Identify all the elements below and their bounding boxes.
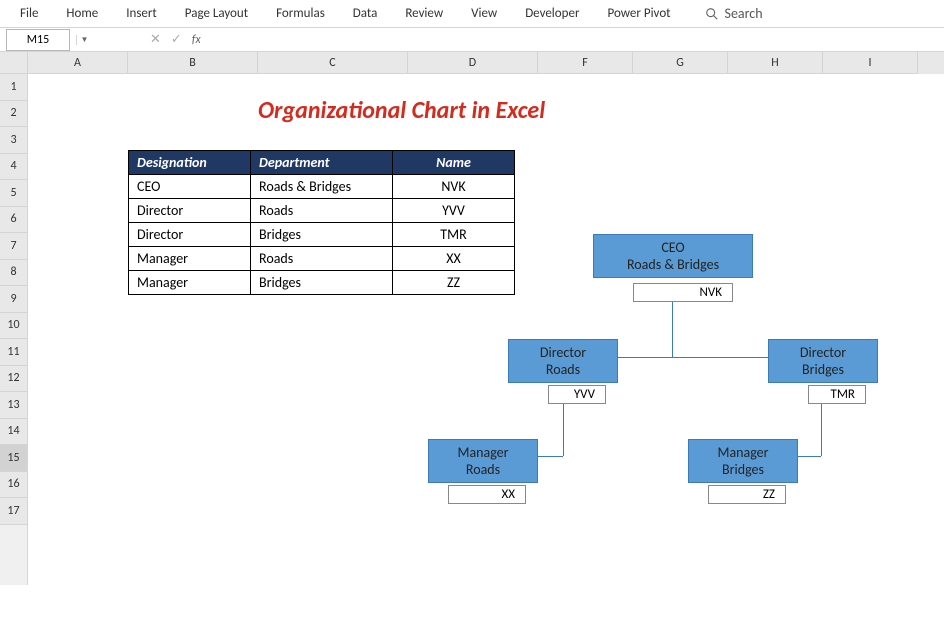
connector-line (672, 302, 673, 357)
row-header-10[interactable]: 10 (0, 313, 27, 340)
name-box-dropdown-icon[interactable]: ▼ (76, 35, 92, 45)
cell-designation[interactable]: CEO (129, 175, 251, 199)
row-header-6[interactable]: 6 (0, 207, 27, 234)
cell-department[interactable]: Bridges (251, 223, 393, 247)
node-title: Director (519, 344, 607, 361)
cell-name[interactable]: NVK (393, 175, 515, 199)
node-dept: Roads (439, 461, 527, 478)
row-header-5[interactable]: 5 (0, 180, 27, 207)
row-header-14[interactable]: 14 (0, 419, 27, 446)
tab-review[interactable]: Review (391, 2, 457, 25)
row-header-16[interactable]: 16 (0, 472, 27, 499)
spreadsheet-grid: 1 2 3 4 5 6 7 8 9 10 11 12 13 14 15 16 1… (0, 52, 944, 585)
search-label: Search (725, 5, 763, 22)
node-title: CEO (604, 239, 742, 256)
org-name-director-bridges[interactable]: TMR (808, 385, 866, 404)
node-dept: Bridges (699, 461, 787, 478)
col-header-d[interactable]: D (408, 52, 538, 74)
page-title: Organizational Chart in Excel (258, 96, 545, 125)
cell-designation[interactable]: Manager (129, 247, 251, 271)
tab-formulas[interactable]: Formulas (262, 2, 339, 25)
table-row[interactable]: CEO Roads & Bridges NVK (129, 175, 515, 199)
search-box[interactable]: Search (705, 5, 763, 22)
row-header-9[interactable]: 9 (0, 286, 27, 313)
cell-designation[interactable]: Director (129, 223, 251, 247)
sheet-area[interactable]: A B C D F G H I Organizational Chart in … (28, 52, 944, 585)
row-header-12[interactable]: 12 (0, 366, 27, 393)
cell-department[interactable]: Roads & Bridges (251, 175, 393, 199)
tab-file[interactable]: File (6, 2, 52, 25)
table-row[interactable]: Director Roads YVV (129, 199, 515, 223)
row-header-15[interactable]: 15 (0, 445, 27, 472)
cell-designation[interactable]: Director (129, 199, 251, 223)
table-header-row: Designation Department Name (129, 151, 515, 175)
org-name-manager-bridges[interactable]: ZZ (708, 485, 786, 504)
table-row[interactable]: Director Bridges TMR (129, 223, 515, 247)
col-header-c[interactable]: C (258, 52, 408, 74)
org-name-director-roads[interactable]: YVV (548, 385, 606, 404)
tab-power-pivot[interactable]: Power Pivot (593, 2, 684, 25)
node-dept: Roads & Bridges (604, 256, 742, 273)
th-department[interactable]: Department (251, 151, 393, 175)
connector-line (821, 404, 822, 456)
node-title: Manager (439, 444, 527, 461)
node-title: Manager (699, 444, 787, 461)
cell-name[interactable]: YVV (393, 199, 515, 223)
connector-line (563, 404, 564, 456)
th-designation[interactable]: Designation (129, 151, 251, 175)
row-header-11[interactable]: 11 (0, 339, 27, 366)
org-node-director-bridges[interactable]: Director Bridges (768, 339, 878, 383)
col-header-f[interactable]: F (538, 52, 633, 74)
row-header-7[interactable]: 7 (0, 233, 27, 260)
tab-home[interactable]: Home (52, 2, 112, 25)
org-node-ceo[interactable]: CEO Roads & Bridges (593, 234, 753, 278)
node-dept: Roads (519, 361, 607, 378)
org-node-director-roads[interactable]: Director Roads (508, 339, 618, 383)
cell-department[interactable]: Roads (251, 199, 393, 223)
col-header-g[interactable]: G (633, 52, 728, 74)
cancel-icon[interactable]: ✕ (150, 32, 161, 47)
tab-developer[interactable]: Developer (511, 2, 593, 25)
ribbon-tabs: File Home Insert Page Layout Formulas Da… (0, 0, 944, 28)
name-formula-bar: M15 ▼ ✕ ✓ fx (0, 28, 944, 52)
col-header-i[interactable]: I (823, 52, 918, 74)
tab-data[interactable]: Data (339, 2, 392, 25)
th-name[interactable]: Name (393, 151, 515, 175)
org-node-manager-bridges[interactable]: Manager Bridges (688, 439, 798, 483)
cell-designation[interactable]: Manager (129, 271, 251, 295)
cell-department[interactable]: Bridges (251, 271, 393, 295)
cell-name[interactable]: TMR (393, 223, 515, 247)
row-header-2[interactable]: 2 (0, 101, 27, 128)
col-header-b[interactable]: B (128, 52, 258, 74)
node-dept: Bridges (779, 361, 867, 378)
org-name-manager-roads[interactable]: XX (448, 485, 526, 504)
column-headers: A B C D F G H I (28, 52, 944, 74)
select-all-corner[interactable] (0, 52, 27, 74)
org-chart[interactable]: CEO Roads & Bridges NVK Director Roads Y… (408, 244, 938, 624)
node-title: Director (779, 344, 867, 361)
row-header-3[interactable]: 3 (0, 127, 27, 154)
org-name-ceo[interactable]: NVK (633, 283, 733, 302)
row-header-1[interactable]: 1 (0, 74, 27, 101)
fx-icon[interactable]: fx (192, 33, 201, 47)
org-node-manager-roads[interactable]: Manager Roads (428, 439, 538, 483)
name-box[interactable]: M15 (6, 29, 70, 51)
tab-insert[interactable]: Insert (112, 2, 171, 25)
row-header-13[interactable]: 13 (0, 392, 27, 419)
row-header-4[interactable]: 4 (0, 154, 27, 181)
search-icon (705, 7, 719, 21)
row-header-8[interactable]: 8 (0, 260, 27, 287)
row-header-17[interactable]: 17 (0, 498, 27, 525)
row-headers: 1 2 3 4 5 6 7 8 9 10 11 12 13 14 15 16 1… (0, 52, 28, 585)
cell-department[interactable]: Roads (251, 247, 393, 271)
col-header-a[interactable]: A (28, 52, 128, 74)
col-header-h[interactable]: H (728, 52, 823, 74)
confirm-icon[interactable]: ✓ (171, 32, 182, 47)
tab-page-layout[interactable]: Page Layout (171, 2, 262, 25)
formula-bar-input[interactable] (209, 28, 944, 51)
tab-view[interactable]: View (457, 2, 511, 25)
